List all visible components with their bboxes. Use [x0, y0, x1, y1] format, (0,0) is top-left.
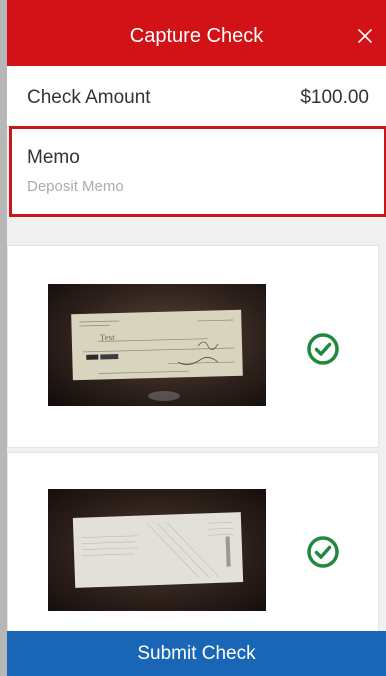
check-amount-label: Check Amount	[27, 87, 151, 108]
check-amount-row[interactable]: Check Amount $100.00	[7, 66, 386, 127]
check-back-image[interactable]	[48, 489, 266, 611]
submit-check-button[interactable]: Submit Check	[7, 631, 386, 676]
back-image-card	[7, 452, 379, 634]
memo-input[interactable]	[27, 175, 357, 197]
back-status-check-icon	[306, 535, 340, 569]
check-amount-value: $100.00	[300, 87, 369, 108]
capture-check-screen: Capture Check Check Amount $100.00 Memo	[7, 0, 386, 676]
svg-text:Test: Test	[100, 332, 116, 342]
page-title: Capture Check	[129, 25, 264, 47]
check-front-image[interactable]: Test	[48, 284, 266, 406]
front-status-check-icon	[306, 332, 340, 366]
header-bar: Capture Check	[7, 0, 386, 66]
front-image-card: Test	[7, 245, 379, 448]
close-button[interactable]	[350, 21, 380, 51]
memo-label: Memo	[27, 147, 80, 168]
close-icon	[358, 29, 372, 43]
memo-field-container[interactable]: Memo	[9, 126, 386, 217]
